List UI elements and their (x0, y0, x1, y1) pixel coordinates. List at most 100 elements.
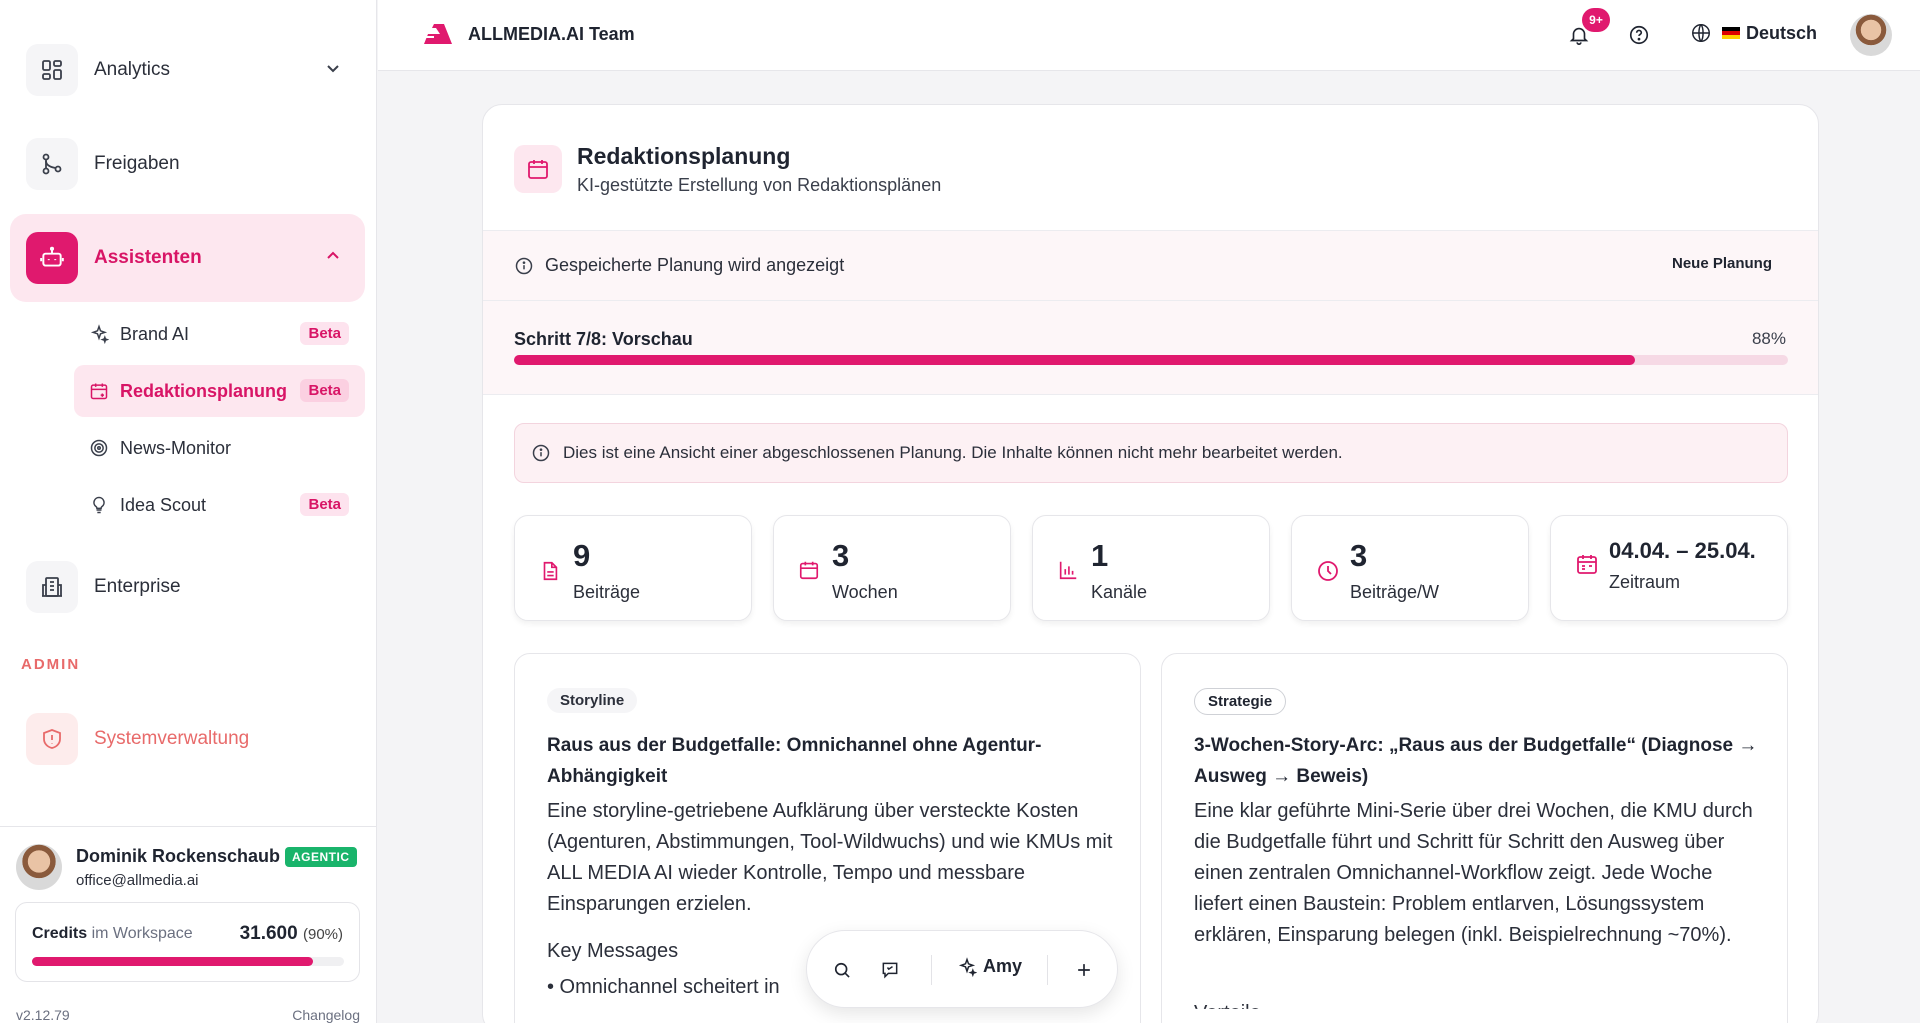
stat-kanaele: 1 Kanäle (1032, 515, 1270, 621)
saved-plan-text: Gespeicherte Planung wird angezeigt (545, 255, 845, 275)
strategie-tag: Strategie (1194, 688, 1287, 715)
agentic-badge: AGENTIC (285, 847, 357, 867)
sparkles-icon (958, 956, 977, 977)
nav-item-systemverwaltung[interactable]: Systemverwaltung (10, 695, 365, 783)
sub-label-idea-scout: Idea Scout (120, 494, 207, 515)
storyline-title: Raus aus der Budgetfalle: Omnichannel oh… (547, 735, 1042, 787)
sub-item-redaktionsplanung[interactable]: Redaktionsplanung Beta (74, 365, 365, 417)
credits-progress-bar (32, 957, 344, 966)
card-header: Redaktionsplanung KI-gestützte Erstellun… (483, 105, 1818, 231)
redaktionsplanung-card: Redaktionsplanung KI-gestützte Erstellun… (482, 104, 1819, 1023)
storyline-body: Eine storyline-getriebene Aufklärung übe… (547, 800, 1113, 915)
stat-zeitraum: 04.04. – 25.04. Zeitraum (1550, 515, 1788, 621)
stat-label: Beiträge (573, 582, 641, 602)
credits-progress-fill (32, 957, 313, 966)
floating-action-bar: Amy (806, 930, 1118, 1008)
nav-label-assistenten: Assistenten (94, 247, 202, 268)
lightbulb-icon (88, 494, 110, 516)
saved-plan-banner: Gespeicherte Planung wird angezeigt Neue… (483, 231, 1818, 301)
stat-beitraege-pro-woche: 3 Beiträge/W (1291, 515, 1529, 621)
info-icon (515, 257, 533, 275)
readonly-notice-text: Dies ist eine Ansicht einer abgeschlosse… (563, 443, 1343, 462)
bar-chart-icon (1059, 561, 1077, 580)
nav-label-analytics: Analytics (94, 59, 171, 80)
language-label: Deutsch (1746, 22, 1818, 43)
stat-beitraege: 9 Beiträge (514, 515, 752, 621)
notification-count-badge: 9+ (1582, 8, 1610, 32)
amy-label: Amy (983, 956, 1023, 976)
strategie-title: 3-Wochen-Story-Arc: „Raus aus der Budget… (1194, 735, 1758, 787)
calendar-plus-icon (88, 380, 110, 402)
language-selector[interactable]: Deutsch (1690, 22, 1817, 44)
chevron-up-icon (327, 251, 339, 259)
strategie-body: Eine klar geführte Mini-Serie über drei … (1194, 800, 1753, 946)
user-email: office@allmedia.ai (76, 872, 199, 889)
avatar[interactable] (16, 844, 62, 890)
changelog-link[interactable]: Changelog (292, 1007, 360, 1023)
sub-item-idea-scout[interactable]: Idea Scout Beta (74, 479, 365, 531)
top-bar: ALLMEDIA.AI Team 9+ Deutsch (378, 0, 1920, 71)
credits-card: Credits im Workspace 31.600 (90%) (15, 902, 360, 982)
new-plan-button[interactable]: Neue Planung (1672, 255, 1772, 272)
strategie-next-heading: Vorteile (1194, 1002, 1261, 1023)
nav-label-systemverwaltung: Systemverwaltung (94, 728, 250, 749)
credits-scope: im Workspace (91, 925, 193, 942)
key-messages-heading: Key Messages (547, 940, 679, 962)
step-progress: Schritt 7/8: Vorschau 88% (483, 301, 1818, 395)
step-label: Schritt 7/8: Vorschau (514, 329, 693, 349)
allmedia-logo-icon (424, 24, 452, 44)
readonly-notice: Dies ist eine Ansicht einer abgeschlosse… (514, 423, 1788, 483)
sub-item-news-monitor[interactable]: News-Monitor (74, 422, 365, 474)
key-message-item: • Omnichannel scheitert in (547, 976, 780, 998)
page-subtitle: KI-gestützte Erstellung von Redaktionspl… (577, 175, 942, 195)
calendar-range-icon (1577, 555, 1597, 574)
credits-title: Credits (32, 925, 88, 942)
building-icon (26, 561, 78, 613)
git-merge-icon (26, 138, 78, 190)
stat-label: Kanäle (1091, 582, 1148, 602)
app-version: v2.12.79 (16, 1007, 70, 1023)
stat-label: Zeitraum (1609, 572, 1681, 592)
stat-label: Beiträge/W (1350, 582, 1440, 602)
shield-icon (26, 713, 78, 765)
admin-section-title: ADMIN (21, 656, 81, 673)
divider (931, 955, 932, 985)
credits-percent: (90%) (302, 926, 343, 943)
clock-icon (1318, 561, 1338, 581)
nav-item-freigaben[interactable]: Freigaben (10, 120, 365, 208)
radar-icon (88, 437, 110, 459)
amy-assistant-button[interactable]: Amy (957, 956, 1022, 977)
nav-item-assistenten[interactable]: Assistenten (10, 214, 365, 302)
beta-badge: Beta (300, 322, 349, 345)
step-percent: 88% (1751, 329, 1786, 348)
robot-icon (26, 232, 78, 284)
stat-value: 3 (832, 538, 850, 573)
nav-label-enterprise: Enterprise (94, 576, 181, 597)
brand[interactable]: ALLMEDIA.AI Team (424, 22, 635, 46)
nav-label-freigaben: Freigaben (94, 153, 180, 174)
beta-badge: Beta (300, 379, 349, 402)
german-flag-icon (1722, 27, 1740, 39)
help-icon[interactable] (1626, 22, 1652, 48)
stat-value: 9 (573, 538, 591, 573)
user-avatar[interactable] (1850, 14, 1892, 56)
sub-item-brand-ai[interactable]: Brand AI Beta (74, 308, 365, 360)
chat-icon[interactable] (875, 955, 905, 985)
plus-icon[interactable] (1069, 955, 1099, 985)
credits-label: Credits im Workspace (32, 925, 193, 943)
nav-item-analytics[interactable]: Analytics (10, 26, 365, 114)
document-icon (543, 561, 558, 581)
stat-value: 04.04. – 25.04. (1609, 538, 1756, 563)
stat-value: 3 (1350, 538, 1368, 573)
nav-item-enterprise[interactable]: Enterprise (10, 543, 365, 631)
step-progress-bar (514, 355, 1788, 365)
sub-label-brand-ai: Brand AI (120, 323, 190, 344)
calendar-icon (799, 561, 819, 580)
user-profile: Dominik Rockenschaub AGENTIC office@allm… (0, 826, 377, 1023)
divider (1047, 955, 1048, 985)
search-icon[interactable] (827, 955, 857, 985)
globe-icon (1692, 24, 1710, 42)
strategie-panel: Strategie 3-Wochen-Story-Arc: „Raus aus … (1161, 653, 1788, 1023)
beta-badge: Beta (300, 493, 349, 516)
storyline-tag: Storyline (547, 688, 638, 713)
